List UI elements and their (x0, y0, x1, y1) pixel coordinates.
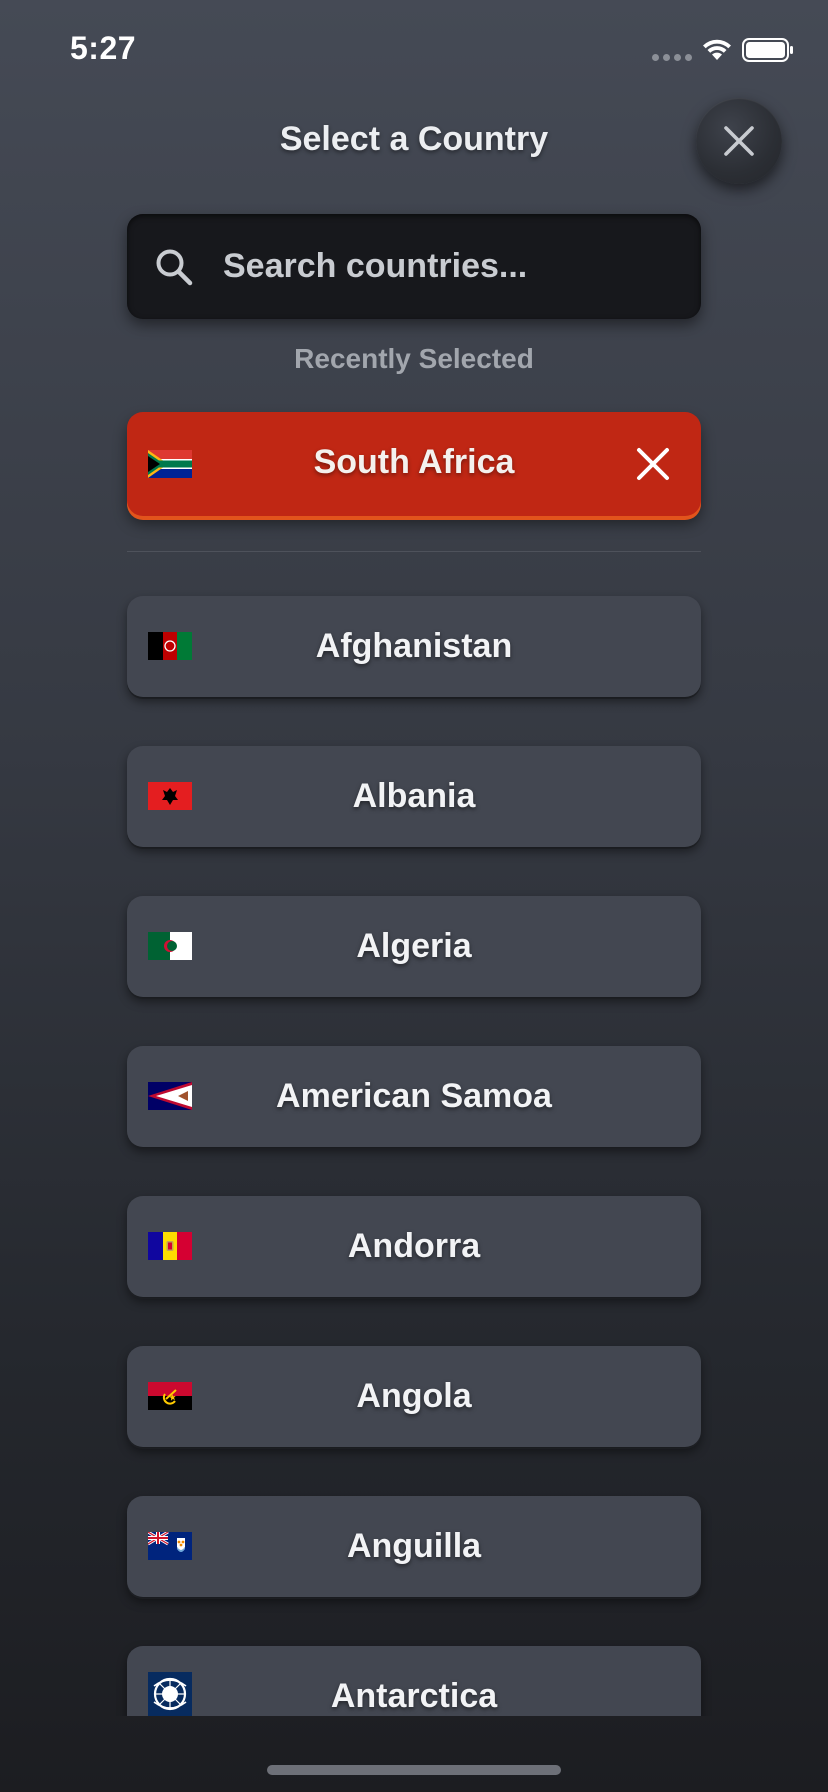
country-item-algeria[interactable]: Algeria (127, 896, 701, 997)
country-item-andorra[interactable]: Andorra (127, 1196, 701, 1297)
country-item-antarctica[interactable]: Antarctica (127, 1646, 701, 1716)
status-time: 5:27 (70, 30, 137, 66)
country-name: Algeria (356, 927, 472, 965)
wifi-icon (703, 39, 731, 60)
country-item-angola[interactable]: Angola (127, 1346, 701, 1447)
country-item-albania[interactable]: Albania (127, 746, 701, 847)
status-bar: 5:27 (0, 0, 828, 100)
country-name: Albania (352, 777, 476, 815)
search-icon (156, 249, 193, 286)
battery-icon (742, 38, 793, 62)
country-name: Antarctica (330, 1677, 498, 1715)
country-name: American Samoa (276, 1077, 552, 1115)
country-name: Andorra (347, 1227, 481, 1265)
recently-selected-label: Recently Selected (294, 343, 534, 374)
country-name: Afghanistan (315, 627, 513, 665)
search-box[interactable] (127, 214, 701, 319)
country-item-afghanistan[interactable]: Afghanistan (127, 596, 701, 697)
search-input[interactable] (223, 214, 683, 319)
cellular-signal-icon (652, 54, 692, 61)
divider (127, 551, 701, 552)
remove-selected-icon[interactable] (633, 444, 673, 484)
country-name: Anguilla (346, 1527, 482, 1565)
close-button[interactable] (696, 98, 782, 184)
country-list[interactable]: Afghanistan Albania Algeria American Sam… (0, 580, 828, 1716)
country-item-anguilla[interactable]: Anguilla (127, 1496, 701, 1597)
selected-country-name: South Africa (313, 443, 515, 481)
selected-country-chip[interactable]: South Africa (127, 412, 701, 516)
home-indicator[interactable] (267, 1765, 561, 1775)
country-name: Angola (356, 1377, 472, 1415)
close-icon (724, 126, 754, 156)
country-item-american-samoa[interactable]: American Samoa (127, 1046, 701, 1147)
